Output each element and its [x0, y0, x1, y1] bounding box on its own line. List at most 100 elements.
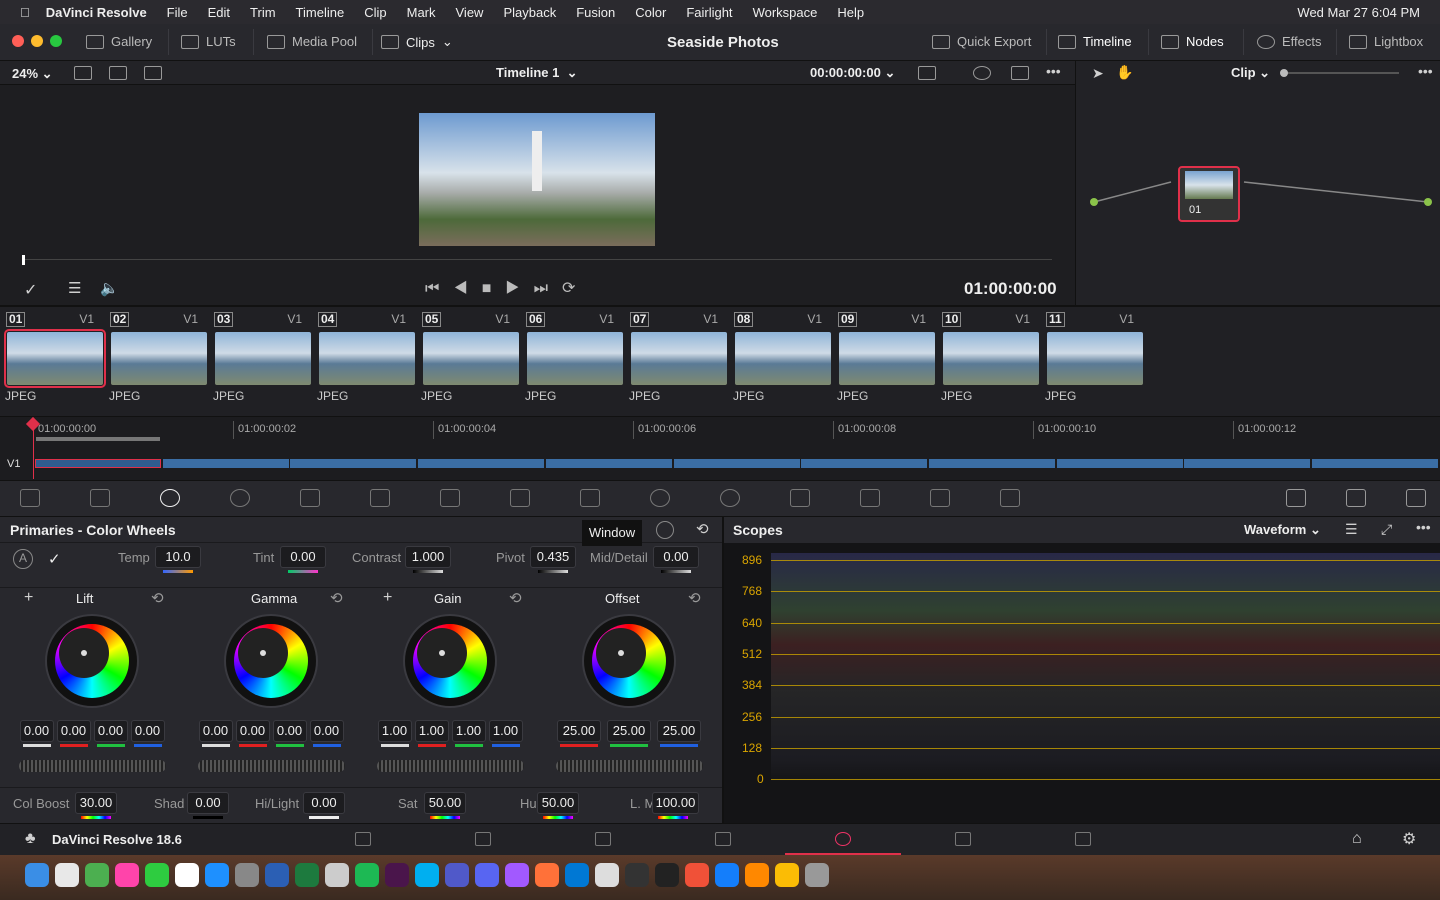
clip-thumbnail[interactable]: 08 V1 JPEG	[728, 307, 832, 407]
dock-slack-icon[interactable]	[385, 863, 409, 887]
page-tab-fairlight[interactable]	[905, 824, 1021, 855]
reset-icon[interactable]: ⟲	[688, 589, 701, 607]
dock-xcode-icon[interactable]	[715, 863, 739, 887]
scrubber-bar[interactable]	[22, 259, 1052, 260]
zoom-dropdown[interactable]: 24% ⌄	[12, 66, 53, 82]
media-pool-button[interactable]: Media Pool	[267, 34, 357, 49]
track-clip[interactable]	[1184, 459, 1311, 468]
menu-mark[interactable]: Mark	[407, 5, 436, 20]
wheel-value-field[interactable]: 0.00	[198, 720, 233, 742]
play-icon[interactable]: ▶	[505, 280, 533, 297]
picker-icon[interactable]: ✓	[48, 550, 61, 568]
blur-tool-icon[interactable]	[790, 489, 810, 507]
effects-toggle[interactable]: Effects	[1257, 34, 1322, 49]
clip-thumbnail[interactable]: 03 V1 JPEG	[208, 307, 312, 407]
more-options-icon[interactable]: •••	[1416, 519, 1431, 535]
reset-icon[interactable]: ⟲	[696, 520, 709, 538]
clip-thumbnail[interactable]: 07 V1 JPEG	[624, 307, 728, 407]
wheel-value-field[interactable]: 0.00	[309, 720, 344, 742]
track-clip[interactable]	[801, 459, 928, 468]
scopes-tool-icon[interactable]	[1346, 489, 1366, 507]
dock-launchpad-icon[interactable]	[55, 863, 79, 887]
wheel-center-handle[interactable]	[81, 650, 87, 656]
menu-fairlight[interactable]: Fairlight	[686, 5, 732, 20]
menu-timeline[interactable]: Timeline	[296, 5, 345, 20]
gain-master-wheel[interactable]	[377, 760, 524, 772]
hue-field[interactable]: 50.00	[537, 792, 579, 814]
menu-clip[interactable]: Clip	[364, 5, 386, 20]
tint-field[interactable]: 0.00	[280, 546, 326, 568]
wheel-value-field[interactable]: 1.00	[414, 720, 449, 742]
play-reverse-icon[interactable]: ◀	[453, 280, 481, 297]
crosshair-icon[interactable]: +	[24, 589, 33, 607]
dock-maps-icon[interactable]	[85, 863, 109, 887]
wipe-icon[interactable]	[144, 66, 162, 80]
wheel-value-field[interactable]: 1.00	[377, 720, 412, 742]
rgb-mixer-tool-icon[interactable]	[300, 489, 320, 507]
dock-spotify-icon[interactable]	[355, 863, 379, 887]
wheel-value-field[interactable]: 25.00	[657, 720, 701, 742]
layers-icon[interactable]: ☰	[68, 279, 81, 297]
luts-button[interactable]: LUTs	[181, 34, 236, 49]
wheel-value-field[interactable]: 0.00	[272, 720, 307, 742]
fullscreen-icon[interactable]	[1011, 66, 1029, 80]
menu-view[interactable]: View	[456, 5, 484, 20]
wheel-value-field[interactable]: 25.00	[557, 720, 601, 742]
clip-thumbnail[interactable]: 11 V1 JPEG	[1040, 307, 1144, 407]
skip-start-icon[interactable]: ⏮	[425, 280, 453, 297]
hand-icon[interactable]: ✋	[1116, 64, 1133, 81]
wheel-value-field[interactable]: 25.00	[607, 720, 651, 742]
page-tab-edit[interactable]	[545, 824, 661, 855]
primaries-tool-icon[interactable]	[160, 489, 180, 507]
sizing-tool-icon[interactable]	[930, 489, 950, 507]
color-match-tool-icon[interactable]	[90, 489, 110, 507]
3d-tool-icon[interactable]	[1000, 489, 1020, 507]
dock-script-editor-icon[interactable]	[325, 863, 349, 887]
more-options-icon[interactable]: •••	[1046, 63, 1061, 79]
motion-effects-tool-icon[interactable]	[370, 489, 390, 507]
wheel-center-handle[interactable]	[618, 650, 624, 656]
menu-color[interactable]: Color	[635, 5, 666, 20]
playhead[interactable]	[22, 255, 25, 265]
lightbox-toggle[interactable]: Lightbox	[1349, 34, 1423, 49]
dock-calendar-icon[interactable]	[175, 863, 199, 887]
dock-teams-icon[interactable]	[445, 863, 469, 887]
nodes-toggle[interactable]: Nodes	[1161, 34, 1224, 49]
picker-icon[interactable]: ✓	[24, 280, 37, 300]
wheel-value-field[interactable]: 0.00	[56, 720, 91, 742]
l--mix-field[interactable]: 100.00	[652, 792, 699, 814]
page-tab-color[interactable]	[785, 824, 901, 855]
menu-clock[interactable]: Wed Mar 27 6:04 PM	[1297, 5, 1420, 20]
gamma-master-wheel[interactable]	[198, 760, 345, 772]
menu-file[interactable]: File	[167, 5, 188, 20]
page-tab-deliver[interactable]	[1025, 824, 1141, 855]
mid-detail-field[interactable]: 0.00	[653, 546, 699, 568]
keyframes-tool-icon[interactable]	[1286, 489, 1306, 507]
hdr-tool-icon[interactable]	[230, 489, 250, 507]
page-tab-cut[interactable]	[425, 824, 541, 855]
dock-skype-icon[interactable]	[415, 863, 439, 887]
clip-thumbnail[interactable]: 04 V1 JPEG	[312, 307, 416, 407]
shad-field[interactable]: 0.00	[187, 792, 229, 814]
minimize-window-button[interactable]	[31, 35, 43, 47]
track-clip[interactable]	[162, 459, 289, 468]
menu-playback[interactable]: Playback	[503, 5, 556, 20]
scope-type-dropdown[interactable]: Waveform ⌄	[1244, 522, 1321, 538]
wheel-center-handle[interactable]	[260, 650, 266, 656]
dock-word-icon[interactable]	[265, 863, 289, 887]
clip-thumbnail[interactable]: 02 V1 JPEG	[104, 307, 208, 407]
zoom-window-button[interactable]	[50, 35, 62, 47]
dock-chrome-icon[interactable]	[775, 863, 799, 887]
menu-edit[interactable]: Edit	[208, 5, 230, 20]
hi-light-field[interactable]: 0.00	[303, 792, 345, 814]
dock-github-icon[interactable]	[625, 863, 649, 887]
node-01[interactable]: 01	[1178, 166, 1240, 222]
dock-settings-icon[interactable]	[235, 863, 259, 887]
timecode-dropdown[interactable]: 00:00:00:00 ⌄	[810, 65, 895, 81]
clips-button[interactable]: Clips ⌄	[381, 34, 453, 50]
log-icon[interactable]	[656, 521, 674, 539]
track-clip[interactable]	[673, 459, 800, 468]
wheel-value-field[interactable]: 0.00	[130, 720, 165, 742]
apple-icon[interactable]: 	[20, 5, 30, 20]
quick-export-button[interactable]: Quick Export	[932, 34, 1031, 49]
